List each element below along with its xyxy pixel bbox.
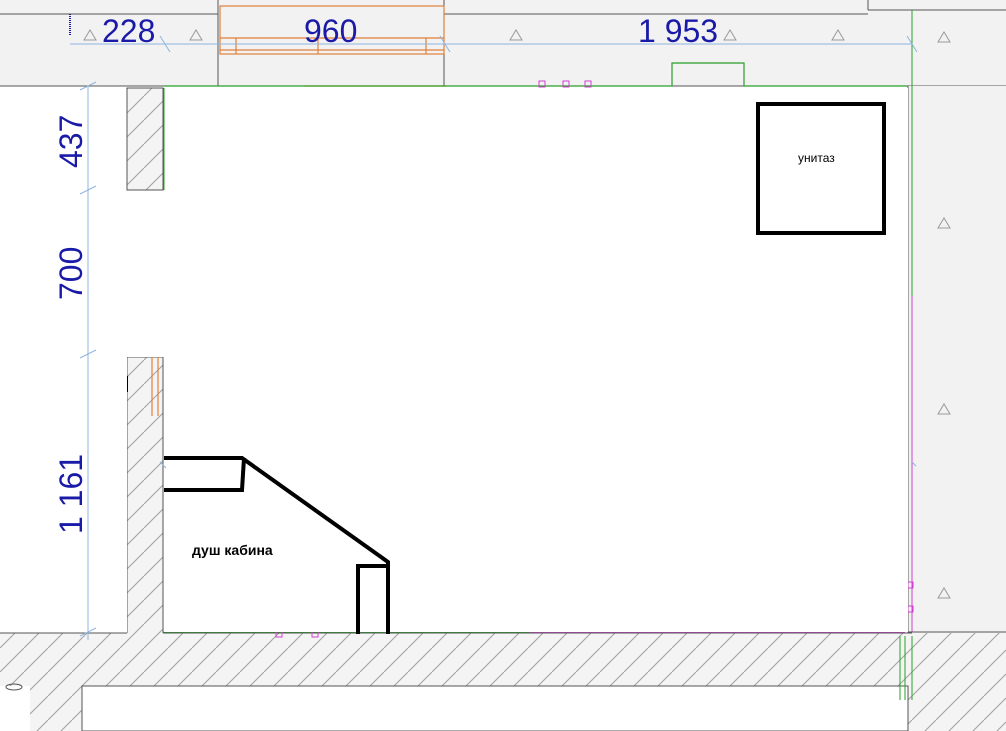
toilet-label: унитаз: [798, 151, 835, 165]
outside-area: [0, 88, 127, 634]
dim-top-228: 228: [102, 13, 155, 49]
dim-top-1953: 1 953: [638, 13, 718, 49]
floor-plan: 228 960 1 953 437 700 1 161 унитаз душ к…: [0, 0, 1006, 731]
right-wall: [907, 10, 1006, 638]
left-wall-lower: [124, 356, 164, 635]
bottom-wall: [0, 630, 1006, 731]
dim-left-437: 437: [53, 115, 89, 168]
toilet-fixture: [756, 102, 886, 235]
left-wall-upper-fg: [126, 87, 164, 191]
dim-left-700: 700: [53, 247, 89, 300]
shower-label: душ кабина: [192, 542, 273, 558]
dim-top-960: 960: [304, 13, 357, 49]
dim-left-1161: 1 161: [53, 454, 89, 534]
doorway-gap: [127, 190, 164, 357]
